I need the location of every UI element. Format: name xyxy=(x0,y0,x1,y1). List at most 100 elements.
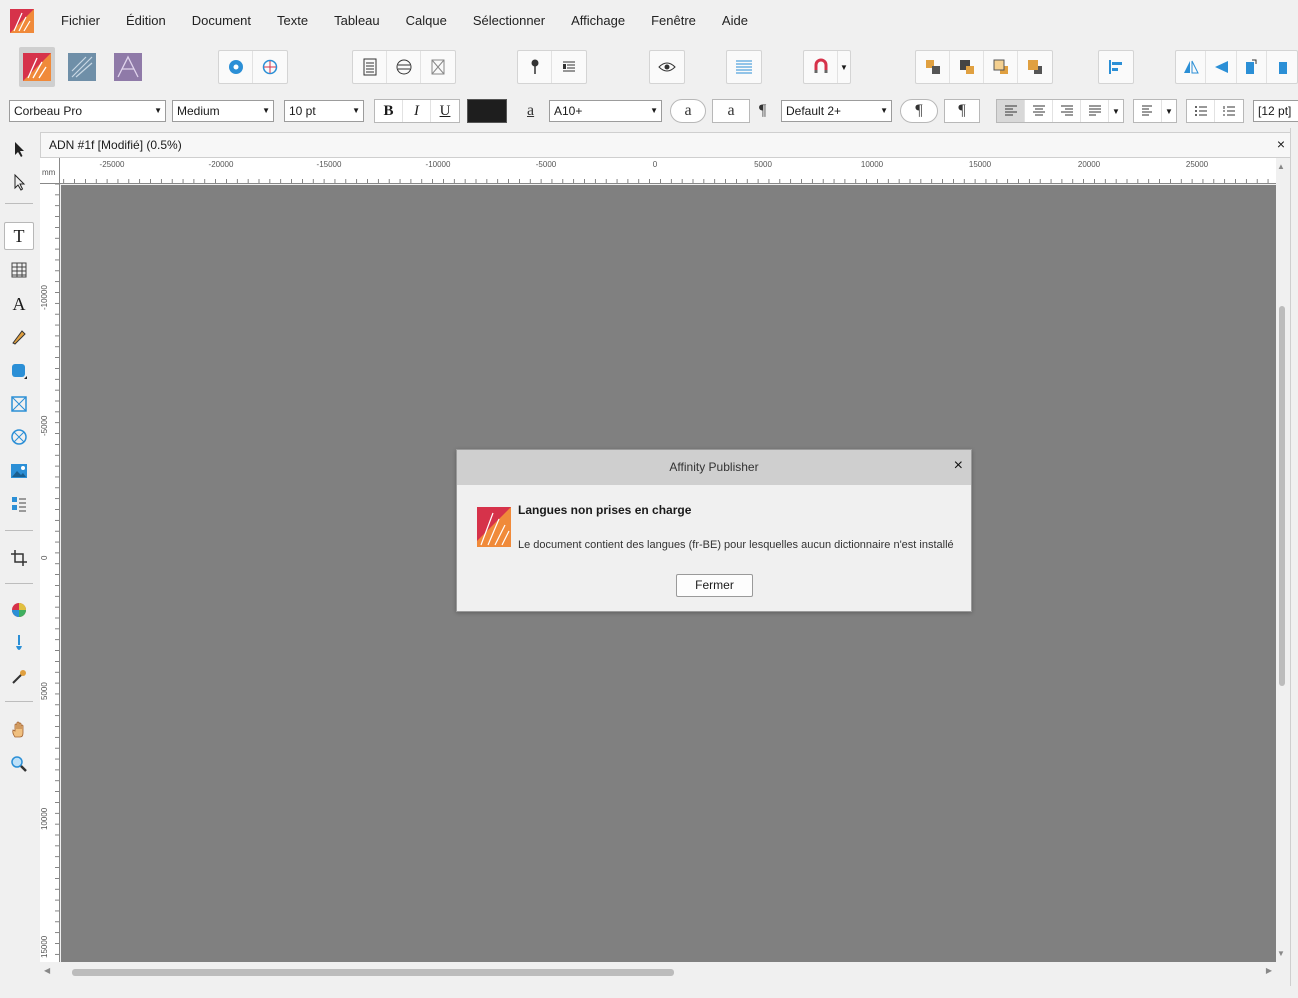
menu-aide[interactable]: Aide xyxy=(709,0,761,42)
vertical-text-tool[interactable] xyxy=(4,490,34,518)
vertical-scrollbar[interactable]: ▲ ▼ xyxy=(1276,158,1288,962)
frame-text-tool[interactable]: T xyxy=(4,222,34,250)
text-color-swatch[interactable] xyxy=(467,99,507,123)
designer-persona-button[interactable] xyxy=(64,47,100,87)
document-tab[interactable]: ADN #1f [Modifié] (0.5%) × xyxy=(40,132,1294,158)
move-tool[interactable] xyxy=(4,135,34,163)
scroll-down-arrow-icon[interactable]: ▼ xyxy=(1277,949,1285,958)
text-t-icon: T xyxy=(13,225,25,246)
place-image-tool[interactable] xyxy=(4,457,34,485)
vertical-align-dropdown-arrow[interactable]: ▼ xyxy=(1162,100,1176,122)
close-dialog-button[interactable]: Fermer xyxy=(676,574,753,597)
flip-horizontal-button[interactable] xyxy=(1176,51,1207,83)
zoom-tool[interactable] xyxy=(4,750,34,778)
text-frame-button[interactable] xyxy=(421,51,455,83)
leading-field[interactable]: [12 pt] xyxy=(1253,100,1298,122)
bullet-list-button[interactable] xyxy=(1187,100,1215,122)
menu-texte[interactable]: Texte xyxy=(264,0,321,42)
color-picker-tool[interactable] xyxy=(4,663,34,691)
settings-flower-icon xyxy=(228,60,243,74)
publisher-persona-button[interactable] xyxy=(19,47,55,87)
vertical-scroll-thumb[interactable] xyxy=(1279,306,1285,686)
align-right-icon xyxy=(1060,105,1073,116)
preflight-icon xyxy=(396,59,411,75)
menu-document[interactable]: Document xyxy=(179,0,264,42)
paragraph-style-select[interactable]: Default 2+ ▼ xyxy=(781,100,892,122)
font-weight-select[interactable]: Medium ▼ xyxy=(172,100,274,122)
character-square-glyph: a xyxy=(727,102,735,119)
character-style-options-button[interactable]: a xyxy=(670,99,706,123)
vertical-align-button[interactable] xyxy=(1134,100,1162,122)
document-icon xyxy=(363,58,376,76)
snapping-dropdown-arrow[interactable]: ▼ xyxy=(838,51,850,83)
shape-tool[interactable] xyxy=(4,357,34,385)
paragraph-style-options-button[interactable]: ¶ xyxy=(900,99,938,123)
transparency-tool[interactable] xyxy=(4,630,34,658)
align-button[interactable] xyxy=(1099,51,1133,83)
align-right-button[interactable] xyxy=(1053,100,1081,122)
numbered-list-button[interactable] xyxy=(1215,100,1243,122)
text-wrap-button[interactable] xyxy=(552,51,586,83)
horizontal-ruler[interactable]: -25000 -20000 -15000 -10000 -5000 0 5000… xyxy=(40,158,1276,184)
preview-mode-button[interactable] xyxy=(650,51,684,83)
rotate-right-button[interactable] xyxy=(1267,51,1297,83)
picture-frame-rectangle-tool[interactable] xyxy=(4,390,34,418)
pen-tool[interactable] xyxy=(4,323,34,351)
view-tool[interactable] xyxy=(4,716,34,744)
pin-group xyxy=(517,50,587,84)
picture-frame-ellipse-tool[interactable] xyxy=(4,423,34,451)
horizontal-scrollbar[interactable]: ◀ ▶ xyxy=(40,962,1276,982)
flip-vertical-button[interactable] xyxy=(1206,51,1237,83)
font-family-select[interactable]: Corbeau Pro ▼ xyxy=(9,100,166,122)
baseline-grid-button[interactable] xyxy=(727,51,761,83)
vertical-ruler[interactable]: -10000 -5000 0 5000 10000 15000 xyxy=(40,184,60,962)
snapping-button[interactable] xyxy=(253,51,287,83)
align-center-button[interactable] xyxy=(1025,100,1053,122)
affinity-publisher-logo-icon[interactable] xyxy=(10,9,34,33)
right-panel-edge xyxy=(1290,128,1298,988)
move-forward-one-button[interactable] xyxy=(984,51,1018,83)
preflight-button[interactable] xyxy=(387,51,421,83)
fill-tool[interactable] xyxy=(4,596,34,624)
menu-fenetre[interactable]: Fenêtre xyxy=(638,0,709,42)
move-to-front-button[interactable] xyxy=(1018,51,1052,83)
menu-calque[interactable]: Calque xyxy=(393,0,460,42)
magnet-icon xyxy=(814,58,827,73)
paragraph-style-button[interactable]: ¶ xyxy=(944,99,980,123)
crop-tool[interactable] xyxy=(4,544,34,572)
scroll-up-arrow-icon[interactable]: ▲ xyxy=(1277,162,1285,171)
node-tool[interactable] xyxy=(4,168,34,196)
menu-selectionner[interactable]: Sélectionner xyxy=(460,0,558,42)
move-back-one-button[interactable] xyxy=(950,51,984,83)
italic-button[interactable]: I xyxy=(403,100,431,122)
menu-affichage[interactable]: Affichage xyxy=(558,0,638,42)
underline-button[interactable]: U xyxy=(431,100,459,122)
bold-button[interactable]: B xyxy=(375,100,403,122)
menu-fichier[interactable]: Fichier xyxy=(48,0,113,42)
snapping-toggle-button[interactable] xyxy=(804,51,838,83)
move-to-back-button[interactable] xyxy=(916,51,950,83)
character-style-button[interactable]: a xyxy=(712,99,750,123)
menu-tableau[interactable]: Tableau xyxy=(321,0,393,42)
table-tool[interactable] xyxy=(4,256,34,284)
dialog-close-icon[interactable]: × xyxy=(954,457,963,475)
pin-button[interactable] xyxy=(518,51,552,83)
justify-button[interactable] xyxy=(1081,100,1109,122)
alignment-dropdown-arrow[interactable]: ▼ xyxy=(1109,100,1123,122)
scroll-right-arrow-icon[interactable]: ▶ xyxy=(1266,966,1272,975)
font-size-select[interactable]: 10 pt ▼ xyxy=(284,100,364,122)
share-button[interactable] xyxy=(219,51,253,83)
menu-edition[interactable]: Édition xyxy=(113,0,179,42)
rotate-left-button[interactable] xyxy=(1237,51,1267,83)
align-left-button[interactable] xyxy=(997,100,1025,122)
publisher-persona-icon xyxy=(23,53,51,81)
artistic-text-tool[interactable]: A xyxy=(4,290,34,318)
horizontal-scroll-thumb[interactable] xyxy=(72,969,674,976)
character-style-select[interactable]: A10+ ▼ xyxy=(549,100,662,122)
close-document-icon[interactable]: × xyxy=(1277,136,1285,152)
photo-persona-button[interactable] xyxy=(110,47,146,87)
document-setup-button[interactable] xyxy=(353,51,387,83)
scroll-left-arrow-icon[interactable]: ◀ xyxy=(44,966,50,975)
chevron-down-icon: ▼ xyxy=(650,106,658,115)
rotate-icon xyxy=(1246,59,1257,74)
